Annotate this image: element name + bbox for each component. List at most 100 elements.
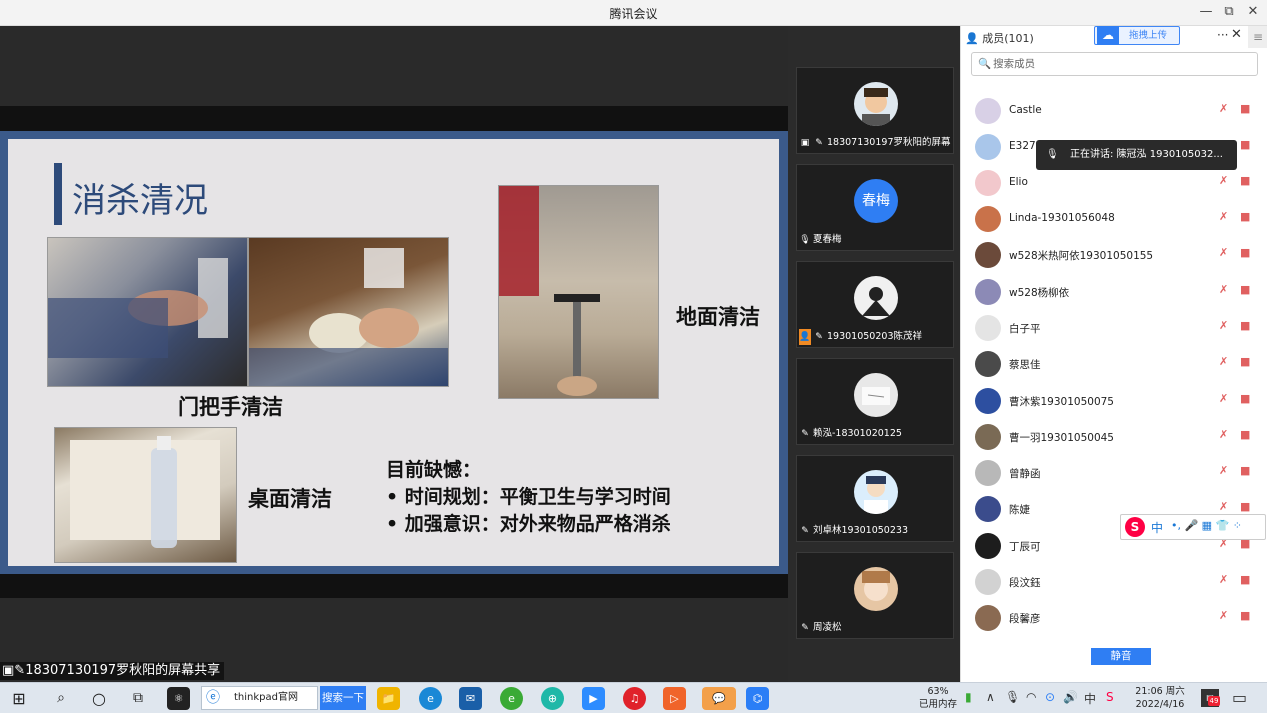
member-row[interactable]: Castle ✗ ■ <box>975 96 1265 126</box>
participant-avatar <box>854 470 898 514</box>
edge-icon[interactable]: e <box>419 687 442 710</box>
ime-toolbar[interactable]: S 中 •, 🎤 ▦ 👕 ⁘ <box>1120 514 1266 540</box>
search-icon: 🔍 <box>978 58 992 70</box>
member-row[interactable]: 蔡思佳 ✗ ■ <box>975 349 1265 379</box>
camera-off-icon[interactable]: ■ <box>1240 174 1250 187</box>
camera-off-icon[interactable]: ■ <box>1240 283 1250 296</box>
restore-button[interactable]: ⧉ <box>1219 4 1239 19</box>
baidu-icon[interactable]: ⚛ <box>167 687 190 710</box>
mic-muted-icon[interactable]: ✗ <box>1219 102 1228 115</box>
camera-off-icon[interactable]: ■ <box>1240 102 1250 115</box>
desk-cleaning-photo-art <box>70 436 220 548</box>
chevron-up-icon[interactable]: ∧ <box>986 690 995 704</box>
video-player-icon[interactable]: ▷ <box>663 687 686 710</box>
member-row[interactable]: 曹一羽19301050045 ✗ ■ <box>975 422 1265 452</box>
mic-muted-icon[interactable]: ✗ <box>1219 392 1228 405</box>
video-tile[interactable]: 春梅 🎙 夏春梅 <box>796 164 954 251</box>
mic-muted-icon[interactable]: ✗ <box>1219 428 1228 441</box>
mic-icon[interactable]: 🎙 <box>1005 690 1020 704</box>
cloud-icon: ☁ <box>1097 26 1119 45</box>
member-row[interactable]: w528杨柳依 ✗ ■ <box>975 277 1265 307</box>
mic-muted-icon[interactable]: ✗ <box>1219 174 1228 187</box>
member-row[interactable]: Linda-19301056048 ✗ ■ <box>975 204 1265 234</box>
ime-language[interactable]: 中 <box>1151 519 1163 536</box>
share-caption: ▣✎18307130197罗秋阳的屏幕共享 <box>0 662 225 680</box>
network-icon[interactable]: ⊙ <box>1045 690 1055 704</box>
netease-music-icon[interactable]: ♫ <box>623 687 646 710</box>
member-row[interactable]: Elio ✗ ■ <box>975 168 1265 198</box>
desk-label: 桌面清洁 <box>248 486 332 511</box>
tencent-meeting-icon[interactable]: ⌬ <box>746 687 769 710</box>
video-tile[interactable]: ✎ 赖泓-18301020125 <box>796 358 954 445</box>
mute-all-button[interactable]: 静音 <box>1091 648 1151 665</box>
clock[interactable]: 21:06 周六 2022/4/16 <box>1131 685 1189 711</box>
camera-off-icon[interactable]: ■ <box>1240 573 1250 586</box>
mic-muted-icon[interactable]: ✗ <box>1219 319 1228 332</box>
camera-off-icon[interactable]: ■ <box>1240 319 1250 332</box>
browser-360-icon[interactable]: e <box>500 687 523 710</box>
share-bottom-band <box>0 574 788 598</box>
slide-frame: 消杀清况 门把手清洁 地面清洁 桌面清洁 目前缺憾： • 时间规划：平衡卫生与学… <box>0 131 788 574</box>
slide-title: 消杀清况 <box>72 181 208 221</box>
mic-muted-icon[interactable]: ✗ <box>1219 500 1228 513</box>
member-row[interactable]: 白子平 ✗ ■ <box>975 313 1265 343</box>
member-name: 蔡思佳 <box>1009 359 1041 371</box>
close-button[interactable]: ✕ <box>1243 4 1263 19</box>
drag-upload-button[interactable]: ☁ 拖拽上传 <box>1094 26 1180 45</box>
menu-icon[interactable]: ≡ <box>1248 26 1267 48</box>
wifi-icon[interactable]: ◠ <box>1026 690 1036 704</box>
member-name: w528米热阿依19301050155 <box>1009 250 1154 262</box>
member-row[interactable]: w528米热阿依19301050155 ✗ ■ <box>975 240 1265 270</box>
camera-off-icon[interactable]: ■ <box>1240 138 1250 151</box>
sogou-tray-icon[interactable]: S <box>1106 690 1114 704</box>
member-row[interactable]: 段汶鈺 ✗ ■ <box>975 567 1265 597</box>
ime-language-tray[interactable]: 中 <box>1084 690 1096 707</box>
wechat-icon[interactable]: 💬 <box>702 687 736 710</box>
close-panel-button[interactable]: ✕ <box>1231 27 1242 42</box>
mic-muted-icon[interactable]: ✗ <box>1219 355 1228 368</box>
mic-muted-icon[interactable]: ✗ <box>1219 464 1228 477</box>
browser-search-field[interactable]: ⓔ thinkpad官网 <box>201 686 318 710</box>
task-view-icon[interactable]: ⧉ <box>127 688 149 709</box>
ime-tools[interactable]: •, 🎤 ▦ 👕 ⁘ <box>1171 519 1242 532</box>
camera-off-icon[interactable]: ■ <box>1240 428 1250 441</box>
search-icon[interactable]: ⌕ <box>50 688 72 709</box>
more-options-button[interactable]: ··· <box>1217 28 1228 42</box>
mail-icon[interactable]: ✉ <box>459 687 482 710</box>
volume-icon[interactable]: 🔊 <box>1063 690 1078 704</box>
security-icon[interactable]: ⊕ <box>541 687 564 710</box>
action-center-icon[interactable]: ▭ <box>1232 688 1247 707</box>
mic-muted-icon[interactable]: ✗ <box>1219 283 1228 296</box>
zoom-icon[interactable]: ▶ <box>582 687 605 710</box>
member-avatar <box>975 351 1001 377</box>
camera-off-icon[interactable]: ■ <box>1240 609 1250 622</box>
member-row[interactable]: 段馨彦 ✗ ■ <box>975 603 1265 633</box>
file-explorer-icon[interactable]: 📁 <box>377 687 400 710</box>
screen-share-area[interactable]: 消杀清况 门把手清洁 地面清洁 桌面清洁 目前缺憾： • 时间规划：平衡卫生与学… <box>0 26 788 682</box>
battery-icon[interactable]: ▮ <box>965 690 972 704</box>
camera-off-icon[interactable]: ■ <box>1240 210 1250 223</box>
video-tile[interactable]: ✎ 周凌松 <box>796 552 954 639</box>
ie-icon: ⓔ <box>206 690 220 706</box>
video-tile[interactable]: ✎ 刘卓林19301050233 <box>796 455 954 542</box>
mic-muted-icon[interactable]: ✗ <box>1219 210 1228 223</box>
camera-off-icon[interactable]: ■ <box>1240 392 1250 405</box>
cortana-icon[interactable]: ○ <box>88 688 110 709</box>
mic-muted-icon[interactable]: ✗ <box>1219 609 1228 622</box>
minimize-button[interactable]: — <box>1196 4 1216 19</box>
participant-name: 👤 ✎ 19301050203陈茂祥 <box>799 329 922 345</box>
member-row[interactable]: 曹沐紫19301050075 ✗ ■ <box>975 386 1265 416</box>
user-icon: 👤 <box>965 32 979 45</box>
member-search-input[interactable]: 🔍 搜索成员 <box>971 52 1258 76</box>
camera-off-icon[interactable]: ■ <box>1240 500 1250 513</box>
start-icon[interactable]: ⊞ <box>8 688 30 709</box>
camera-off-icon[interactable]: ■ <box>1240 464 1250 477</box>
member-row[interactable]: 曾静函 ✗ ■ <box>975 458 1265 488</box>
video-tile[interactable]: 👤 ✎ 19301050203陈茂祥 <box>796 261 954 348</box>
video-tile[interactable]: ▣ ✎ 18307130197罗秋阳的屏幕... <box>796 67 954 154</box>
mic-muted-icon[interactable]: ✗ <box>1219 573 1228 586</box>
camera-off-icon[interactable]: ■ <box>1240 246 1250 259</box>
browser-search-button[interactable]: 搜索一下 <box>320 686 366 710</box>
camera-off-icon[interactable]: ■ <box>1240 355 1250 368</box>
mic-muted-icon[interactable]: ✗ <box>1219 246 1228 259</box>
